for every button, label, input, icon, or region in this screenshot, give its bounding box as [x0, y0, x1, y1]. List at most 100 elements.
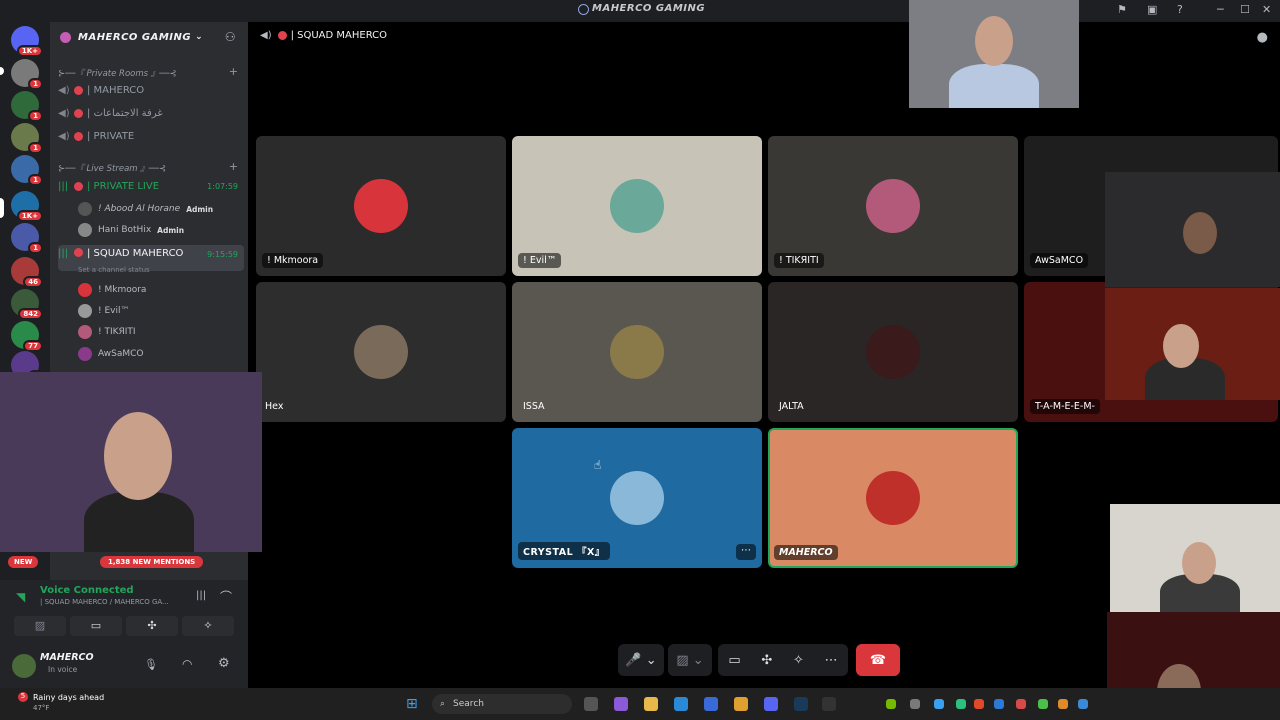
camera-off-button[interactable]: ▨ — [14, 616, 66, 636]
red-dot-icon — [74, 131, 83, 141]
participant-tile[interactable]: ! TIKЯITI — [768, 136, 1018, 276]
windows-start-icon[interactable]: ⊞ — [406, 696, 418, 712]
store-icon[interactable] — [704, 697, 718, 711]
tray-icon[interactable] — [1016, 699, 1026, 709]
voice-member[interactable]: ! TIKЯITI — [78, 325, 136, 339]
maximize-button[interactable]: ☐ — [1240, 3, 1250, 16]
headset-icon[interactable]: ◠ — [182, 657, 192, 671]
mic-icon[interactable]: 🎙 — [144, 658, 158, 671]
tray-icon[interactable] — [934, 699, 944, 709]
channel-timer: 9:15:59 — [207, 250, 238, 259]
participant-tile[interactable]: JALTA — [768, 282, 1018, 422]
steam-icon[interactable] — [794, 697, 808, 711]
participant-tile[interactable]: ISSA — [512, 282, 762, 422]
category-live-stream[interactable]: ⊱──『 Live Stream 』──⊰ — [58, 162, 166, 174]
server-badge: 1 — [28, 242, 43, 254]
server-icon[interactable]: 1K+ — [11, 191, 43, 222]
call-actions-group: ▭ ✣ ✧ ⋯ — [718, 644, 848, 676]
bluetooth-icon[interactable] — [994, 699, 1004, 709]
mentions-badge[interactable]: 1,838 NEW MENTIONS — [100, 556, 204, 568]
user-name[interactable]: MAHERCO — [40, 652, 94, 663]
voice-location[interactable]: | SQUAD MAHERCO / MAHERCO GA... — [40, 598, 169, 606]
settings-icon[interactable]: ⚙ — [218, 656, 230, 671]
tray-icon[interactable] — [1078, 699, 1088, 709]
participant-tile[interactable]: ! Evil™ — [512, 136, 762, 276]
tray-icon[interactable] — [910, 699, 920, 709]
channel-status[interactable]: Set a channel status — [78, 266, 150, 274]
help-icon[interactable]: ? — [1177, 3, 1183, 16]
noise-suppression-icon[interactable]: ||| — [196, 590, 206, 601]
inbox-icon[interactable]: ⚑ — [1117, 3, 1127, 16]
discord-icon[interactable] — [764, 697, 778, 711]
direct-messages-icon[interactable]: 1K+ — [11, 26, 43, 57]
server-icon[interactable]: 46 — [11, 257, 43, 288]
tray-icon[interactable] — [956, 699, 966, 709]
chrome-icon[interactable] — [734, 697, 748, 711]
voice-member[interactable]: Hani BotHix Admin — [78, 223, 184, 237]
channel-item[interactable]: ||| | PRIVATE LIVE 1:07:59 — [58, 176, 244, 196]
server-icon[interactable]: 842 — [11, 289, 43, 320]
participant-tile-speaking[interactable]: MAHERCO — [768, 428, 1018, 568]
weather-badge: 5 — [18, 692, 28, 702]
more-options-button[interactable]: ⋯ — [736, 544, 756, 560]
avatar — [78, 223, 92, 237]
share-screen-icon[interactable]: ▭ — [728, 653, 740, 668]
minimize-button[interactable]: ─ — [1217, 3, 1224, 16]
hangup-button[interactable]: ☎ — [856, 644, 900, 676]
copilot-icon[interactable] — [614, 697, 628, 711]
voice-member[interactable]: ! Evil™ — [78, 304, 129, 318]
channel-item[interactable]: ◀) | PRIVATE — [58, 126, 244, 146]
disconnect-icon[interactable]: ⌒ — [220, 588, 232, 605]
tray-icon[interactable] — [974, 699, 984, 709]
voice-member[interactable]: AwSaMCO — [78, 347, 144, 361]
participant-tile[interactable]: CRYSTAL 『X』 ⋯ — [512, 428, 762, 568]
category-private-rooms[interactable]: ⊱──『 Private Rooms 』──⊰ — [58, 67, 177, 79]
role-tag: Admin — [186, 204, 214, 214]
weather-title[interactable]: Rainy days ahead — [33, 693, 104, 702]
close-button[interactable]: ✕ — [1262, 3, 1271, 16]
voice-member[interactable]: ! Abood Al Horane Admin — [78, 202, 213, 216]
activities-icon[interactable]: ✣ — [761, 653, 772, 668]
file-explorer-icon[interactable] — [644, 697, 658, 711]
mute-button[interactable]: 🎤 ⌄ — [618, 644, 664, 676]
soundboard-icon[interactable]: ✧ — [793, 653, 804, 668]
tray-icon[interactable] — [1038, 699, 1048, 709]
avatar[interactable] — [12, 654, 36, 678]
new-badge[interactable]: NEW — [8, 556, 39, 568]
channel-item[interactable]: ◀) | غرفة الاجتماعات — [58, 103, 244, 123]
chat-icon[interactable]: ● — [1257, 30, 1268, 45]
camera-button[interactable]: ▨ ⌄ — [668, 644, 712, 676]
share-screen-button[interactable]: ▭ — [70, 616, 122, 636]
server-icon[interactable]: 1 — [11, 59, 43, 90]
server-icon[interactable]: 1 — [11, 123, 43, 154]
guild-header[interactable]: MAHERCO GAMING ⌄ ⚇ — [50, 22, 248, 52]
taskview-icon[interactable] — [584, 697, 598, 711]
more-icon[interactable]: ⋯ — [825, 653, 838, 668]
screen-icon[interactable]: ▣ — [1147, 3, 1157, 16]
participant-tile[interactable]: ! Mkmoora — [256, 136, 506, 276]
server-icon[interactable]: 1 — [11, 91, 43, 122]
server-icon[interactable]: 1 — [11, 155, 43, 186]
activities-button[interactable]: ✣ — [126, 616, 178, 636]
member-name: Hani BotHix — [98, 225, 152, 235]
edge-icon[interactable] — [674, 697, 688, 711]
voice-status[interactable]: Voice Connected — [40, 585, 134, 596]
webcam-overlay — [1105, 288, 1280, 400]
server-icon[interactable]: 1 — [11, 223, 43, 254]
tray-icon[interactable] — [1058, 699, 1068, 709]
epic-games-icon[interactable] — [822, 697, 836, 711]
channel-item[interactable]: ◀) | MAHERCO — [58, 80, 244, 100]
server-icon[interactable]: 77 — [11, 321, 43, 352]
participant-tile[interactable]: Hex — [256, 282, 506, 422]
signal-icon[interactable]: ◥ — [16, 590, 25, 604]
add-channel-icon[interactable]: + — [229, 65, 238, 78]
taskbar-search[interactable]: ⌕ Search — [432, 694, 572, 714]
red-dot-icon — [74, 248, 83, 257]
search-icon: ⌕ — [440, 699, 446, 709]
guild-icon — [60, 31, 71, 43]
soundboard-button[interactable]: ✧ — [182, 616, 234, 636]
add-member-icon[interactable]: ⚇ — [225, 30, 236, 44]
voice-member[interactable]: ! Mkmoora — [78, 283, 146, 297]
add-channel-icon[interactable]: + — [229, 160, 238, 173]
tray-icon[interactable] — [886, 699, 896, 709]
